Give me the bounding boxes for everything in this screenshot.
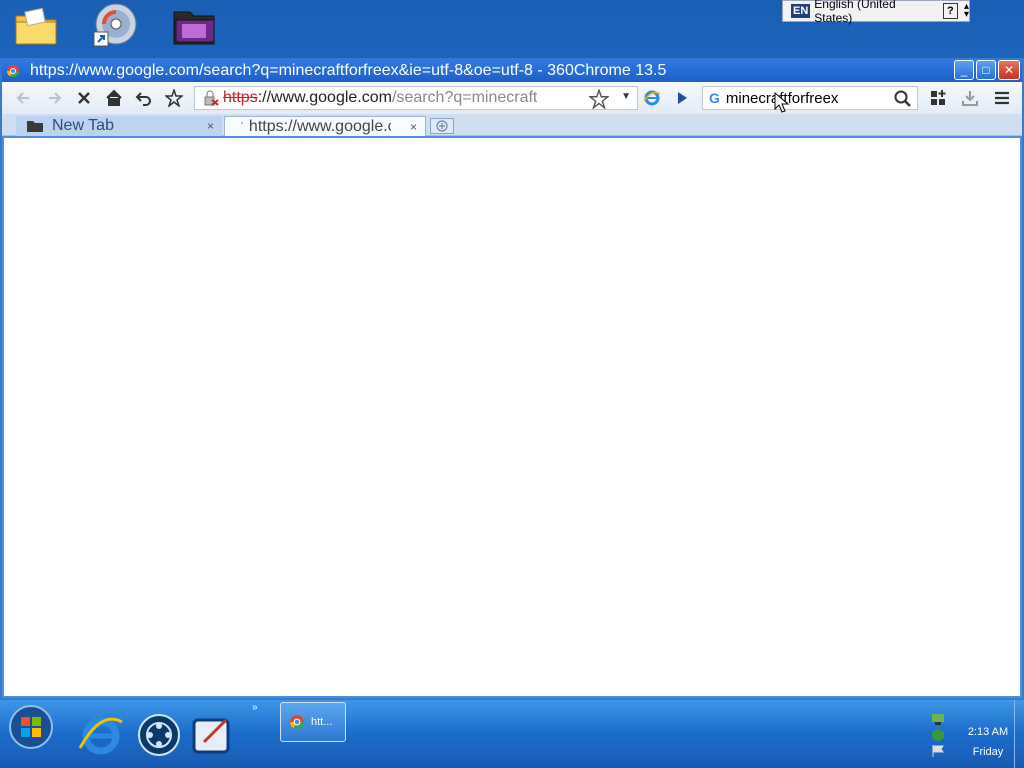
url-scheme: https — [223, 89, 258, 106]
clock-time: 2:13 AM — [967, 726, 1009, 738]
stop-icon[interactable] — [74, 88, 94, 108]
favorite-star-icon[interactable] — [589, 89, 609, 109]
movie-folder-icon[interactable] — [170, 2, 218, 50]
insecure-lock-icon — [204, 90, 219, 106]
folder-icon[interactable] — [12, 2, 60, 50]
language-badge: EN — [791, 4, 811, 18]
close-button[interactable]: ✕ — [998, 60, 1020, 80]
address-dropdown-icon[interactable]: ▼ — [621, 91, 631, 102]
language-bar[interactable]: EN English (United States) ? ▴ ▾ — [782, 0, 970, 25]
tab-label: New Tab — [52, 117, 114, 134]
download-icon[interactable] — [960, 88, 980, 108]
tab-strip: New Tab × ' https://www.google.com/searc… — [2, 114, 1022, 136]
menu-icon[interactable] — [992, 88, 1012, 108]
search-icon[interactable] — [893, 89, 913, 109]
home-icon[interactable] — [104, 88, 124, 108]
url-host: ://www.google.com — [257, 89, 392, 106]
tab-label: https://www.google.com/search?q=minecraf… — [248, 117, 391, 135]
help-icon[interactable]: ? — [942, 3, 958, 19]
bookmark-star-icon[interactable] — [164, 88, 184, 108]
back-arrow-icon[interactable] — [14, 88, 34, 108]
quick-launch-app-icon[interactable] — [188, 710, 238, 760]
undo-icon[interactable] — [134, 88, 154, 108]
maximize-button[interactable]: □ — [976, 60, 996, 80]
security-icon[interactable] — [930, 728, 946, 742]
language-options-icon[interactable]: ▴ ▾ — [964, 2, 969, 20]
new-tab-button[interactable] — [430, 118, 454, 134]
address-bar[interactable]: https ://www.google.com /search?q=minecr… — [194, 86, 638, 110]
tab-close-icon[interactable]: × — [410, 120, 417, 134]
title-bar[interactable]: https://www.google.com/search?q=minecraf… — [2, 60, 1022, 82]
plus-icon — [436, 120, 448, 132]
page-content[interactable] — [4, 138, 1020, 696]
start-button[interactable] — [6, 702, 56, 752]
search-box[interactable]: G minecraftforfreex — [702, 86, 918, 110]
disc-shortcut-icon[interactable] — [90, 2, 138, 50]
apps-icon[interactable] — [928, 88, 948, 108]
clock[interactable]: 2:13 AM Friday — [964, 722, 1012, 762]
clock-day: Friday — [972, 746, 1004, 758]
quick-launch-more-icon[interactable]: » — [252, 702, 258, 713]
forward-arrow-icon[interactable] — [44, 88, 64, 108]
taskbar-item-browser[interactable]: htt... — [280, 702, 346, 742]
taskbar-item-label: htt... — [311, 716, 333, 728]
show-desktop-button[interactable] — [1014, 700, 1024, 768]
browser-logo-icon — [290, 715, 304, 729]
flag-icon[interactable] — [930, 744, 946, 758]
url-path: /search?q=minecraft — [391, 89, 538, 106]
loading-icon: ' — [241, 121, 243, 132]
ie-compat-icon[interactable] — [642, 88, 662, 108]
mouse-cursor-icon — [774, 92, 790, 113]
window-title: https://www.google.com/search?q=minecraf… — [30, 62, 667, 79]
folder-tab-icon — [27, 121, 43, 132]
internet-explorer-icon[interactable] — [76, 710, 126, 760]
tab-new-tab[interactable]: New Tab × — [16, 116, 222, 136]
system-tray — [930, 712, 946, 760]
browser-logo-icon — [6, 65, 19, 78]
minimize-button[interactable]: _ — [954, 60, 974, 80]
tab-close-icon[interactable]: × — [207, 119, 214, 133]
media-player-icon[interactable] — [134, 710, 184, 760]
go-icon[interactable] — [672, 88, 692, 108]
language-label[interactable]: English (United States) — [814, 0, 930, 25]
navigation-toolbar: https ://www.google.com /search?q=minecr… — [2, 82, 1022, 114]
taskbar: » htt... 2:13 AM Friday — [0, 700, 1024, 768]
network-icon[interactable] — [930, 712, 946, 726]
search-engine-icon: G — [709, 90, 720, 106]
tab-google-search[interactable]: ' https://www.google.com/search?q=minecr… — [224, 116, 426, 136]
browser-window: https://www.google.com/search?q=minecraf… — [0, 58, 1024, 700]
